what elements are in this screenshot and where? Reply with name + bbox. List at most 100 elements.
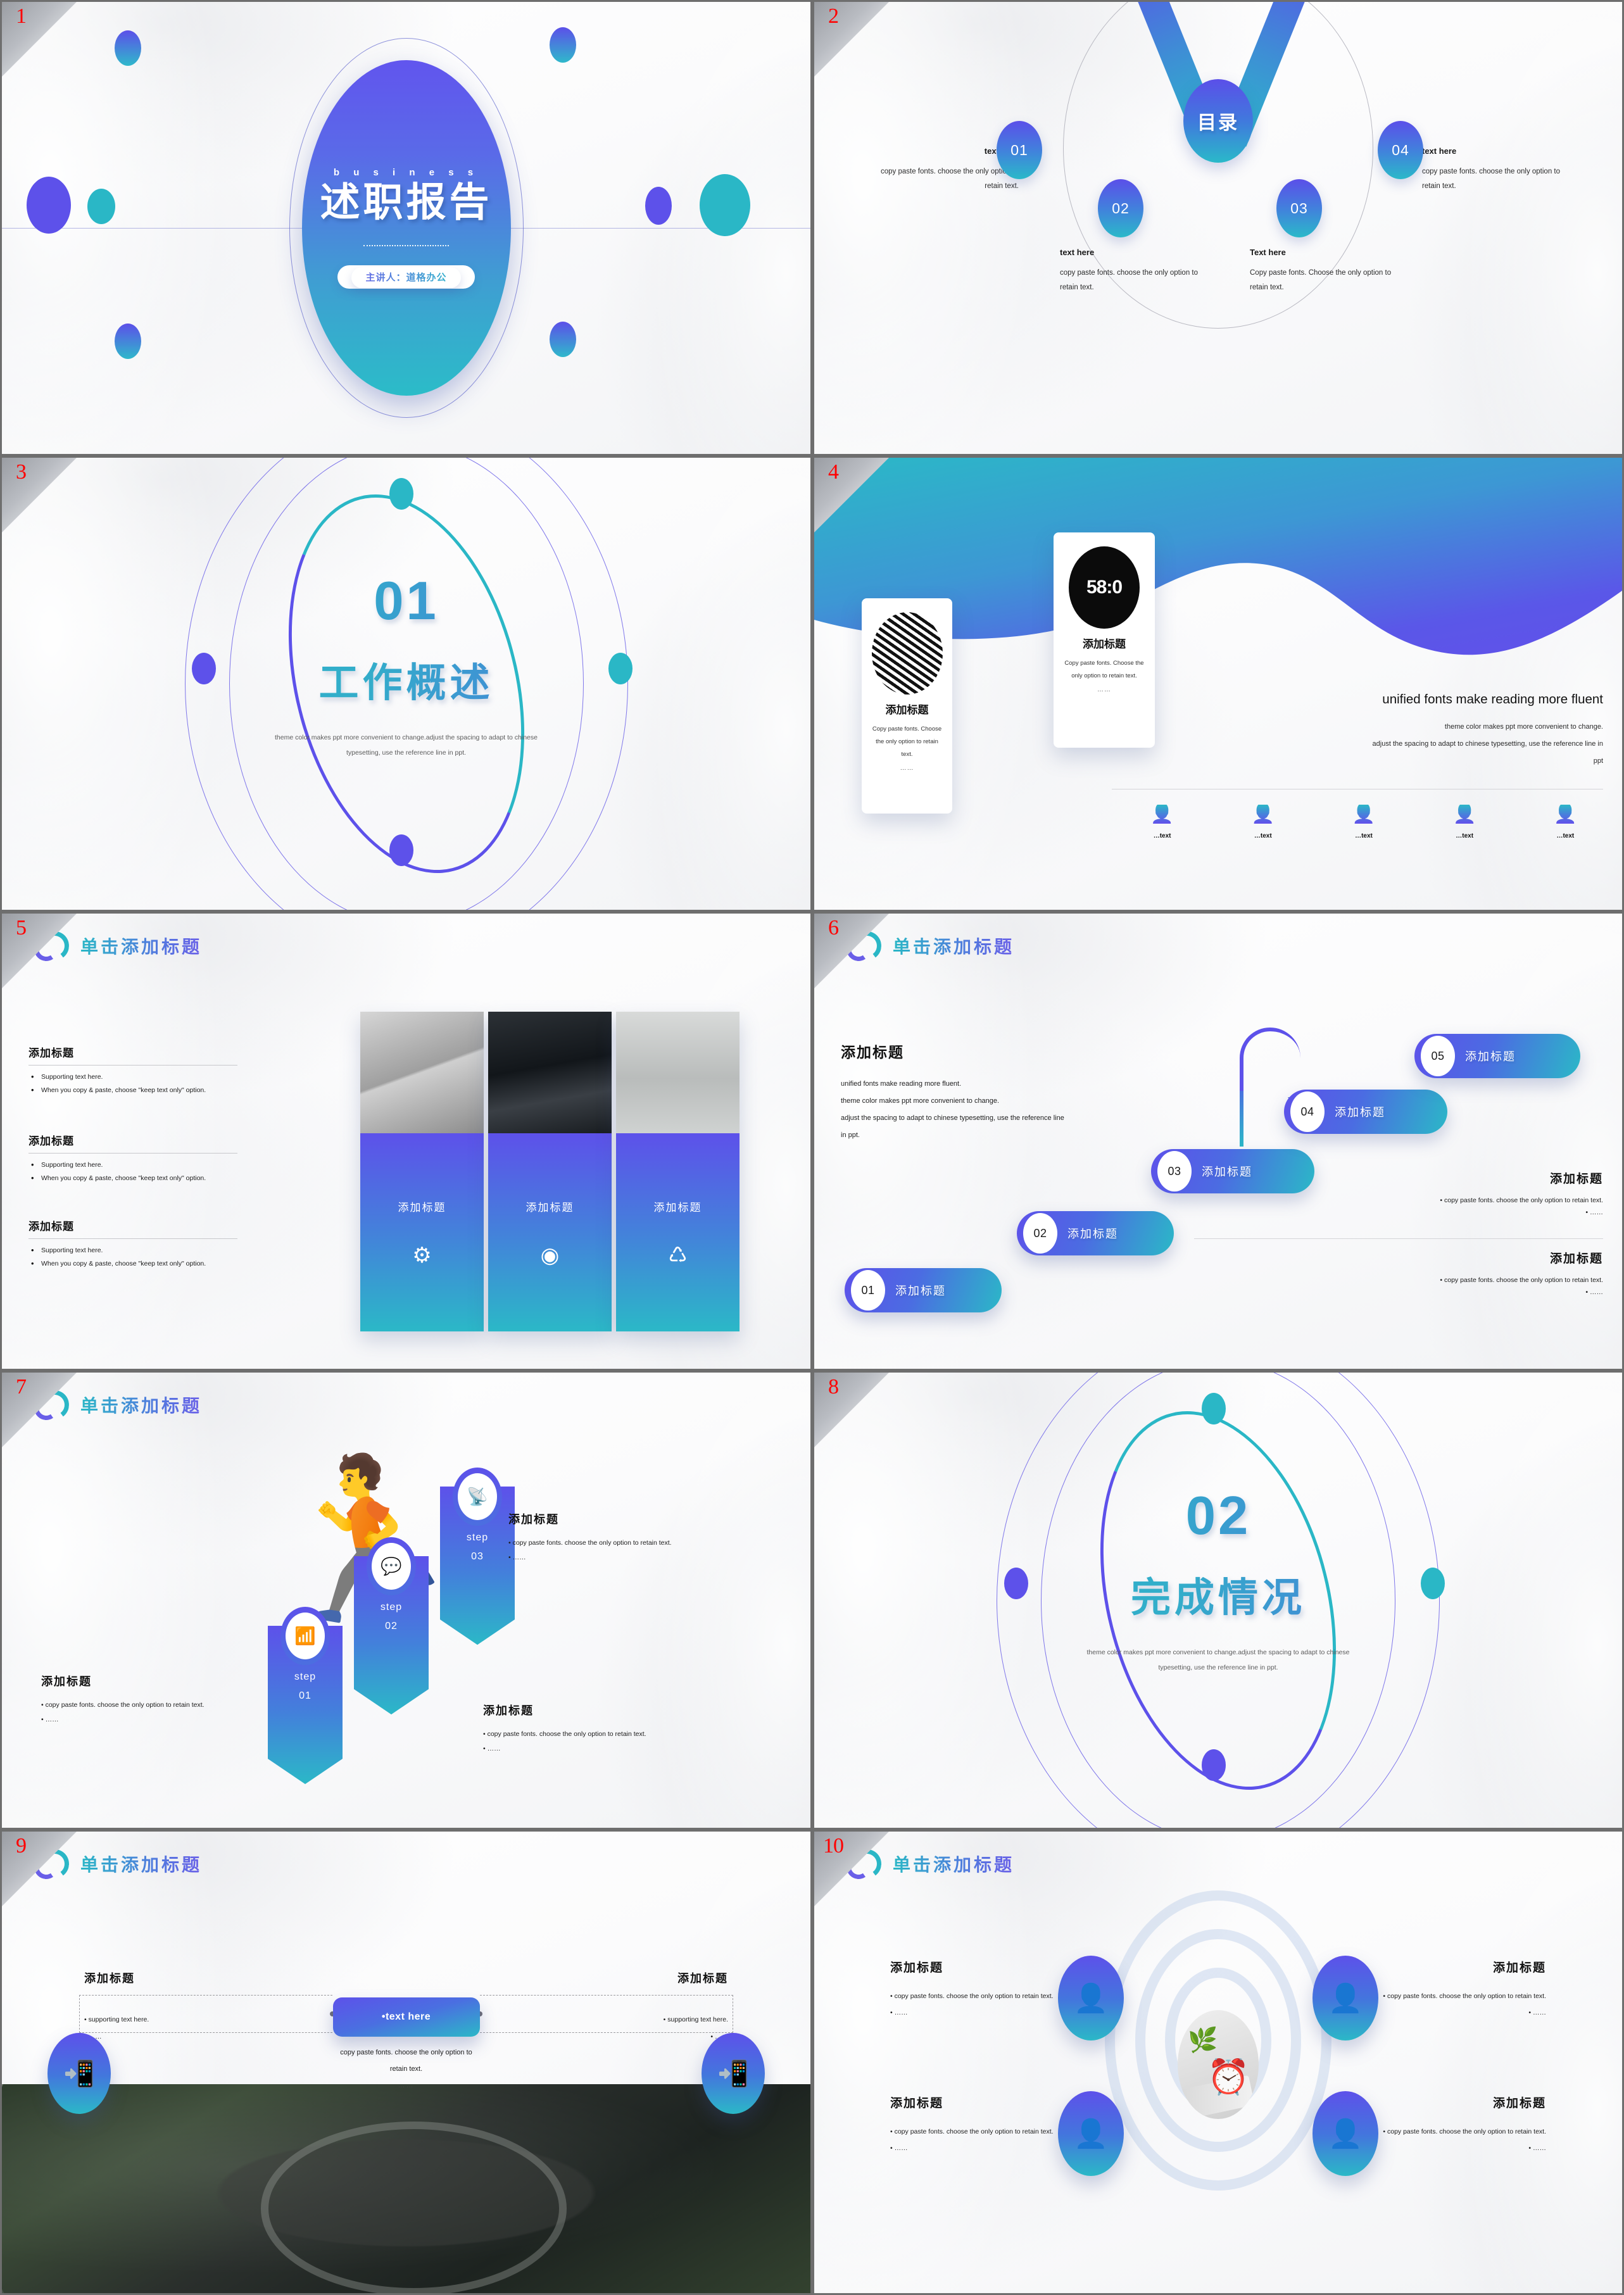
slide-6[interactable]: 6 单击添加标题 添加标题 unified fonts make reading… [812,912,1624,1371]
left-head: 添加标题 [841,1044,904,1060]
step-pill-05[interactable]: 05 添加标题 [1414,1034,1580,1078]
step-pill-03[interactable]: 03 添加标题 [1151,1149,1314,1193]
step-label: 添加标题 [895,1285,946,1297]
card-image-striped [871,612,943,695]
section-description: theme color makes ppt more convenient to… [274,734,538,757]
list-item: supporting text here. [84,2011,255,2028]
slide-title-bar: 单击添加标题 [32,929,202,964]
slide-title-bar: 单击添加标题 [32,1388,202,1423]
slide-2[interactable]: 2 目录 01 02 03 04 text here copy paste fo… [812,0,1624,456]
image-column-2[interactable]: 添加标题 ◉ [488,1012,612,1331]
step-marker-03[interactable]: 📡 step 03 [440,1468,515,1651]
feature-card-2[interactable]: 58:0 添加标题 Copy paste fonts. Choose the o… [1054,532,1155,748]
slide-9[interactable]: 9 单击添加标题 添加标题 supporting text here. …… 添… [0,1830,812,2295]
caption-body: Copy paste fonts. Choose the only option… [1250,269,1392,291]
right-text-block: 添加标题 supporting text here. …… [557,1970,728,2046]
toc-node-01[interactable]: 01 [997,121,1042,179]
center-subtext: copy paste fonts. choose the only option… [340,2049,472,2073]
arc-knob-bottom [389,834,413,866]
right-body-line-3: ppt [1593,757,1603,765]
toc-node-04[interactable]: 04 [1378,121,1423,179]
list-item: …… [1363,2004,1546,2021]
block-head: 添加标题 [508,1513,559,1526]
page-number: 5 [16,916,27,940]
block-head: 添加标题 [890,2097,944,2110]
list-item: When you copy & paste, choose "keep text… [28,1173,237,1183]
image-column-3[interactable]: 添加标题 ♺ [616,1012,740,1331]
center-chip-label: •text here [332,1997,480,2037]
caption-body: copy paste fonts. choose the only option… [1422,168,1561,190]
avatar-check-1[interactable]: 👤 [1058,1956,1124,2040]
column-photo [360,1012,484,1133]
step-marker-02[interactable]: 💬 step 02 [354,1537,429,1721]
dotted-divider [363,245,449,247]
slide-4[interactable]: 4 添加标题 Copy paste fonts. Choose the only… [812,456,1624,912]
block-list: copy paste fonts. choose the only option… [1363,1276,1603,1296]
card-body: Copy paste fonts. Choose the only option… [872,726,942,758]
page-corner-curl: 3 [2,458,77,532]
toc-center-badge: 目录 [1183,79,1253,163]
right-body: theme color makes ppt more convenient to… [1173,719,1603,770]
slide-1[interactable]: 1 b u s i n e s s 述职报告 主讲人：道格办公 [0,0,812,456]
step-pill-02[interactable]: 02 添加标题 [1017,1211,1174,1255]
avatar-check-3[interactable]: 👤 [1058,2091,1124,2176]
arc-knob-top [1202,1393,1226,1424]
block-list: copy paste fonts. choose the only option… [890,2123,1074,2157]
accent-dot [87,189,115,224]
person-label: …text [1153,833,1171,839]
column-label: 添加标题 [653,1202,702,1214]
list-item: Supporting text here. [28,1160,237,1169]
block-list: supporting text here. …… [84,2011,255,2046]
slide-3[interactable]: 3 01 工作概述 theme color makes ppt more con… [0,456,812,912]
arc-knob-top [389,478,413,510]
image-column-1[interactable]: 添加标题 ⚙ [360,1012,484,1331]
page-corner-curl: 2 [814,2,889,77]
step-marker-01[interactable]: 📶 step 01 [268,1607,343,1790]
accent-dot [115,324,141,359]
feature-card-1[interactable]: 添加标题 Copy paste fonts. Choose the only o… [862,598,952,814]
speaker-label: 主讲人：道格办公 [351,267,460,288]
page-number: 6 [828,916,839,940]
slide-5[interactable]: 5 单击添加标题 添加标题 Supporting text here. When… [0,912,812,1371]
arc-loop-icon [32,1847,71,1882]
person-icon: 👤 [1452,803,1476,824]
list-item: …… [1363,1288,1603,1296]
arrow-bend [1240,1028,1300,1103]
divider [28,1153,237,1154]
title-oval: b u s i n e s s 述职报告 主讲人：道格办公 [301,60,511,396]
block-list: copy paste fonts. choose the only option… [508,1536,717,1565]
text-block-top-left: 添加标题 copy paste fonts. choose the only o… [890,1958,1074,2021]
column-label: 添加标题 [398,1202,446,1214]
recycle-icon: ♺ [668,1243,688,1267]
arc-loop-icon [32,929,71,964]
wifi-icon: 📶 [280,1607,330,1665]
toc-node-03[interactable]: 03 [1276,179,1322,237]
list-item: …… [1363,2140,1546,2156]
speaker-badge[interactable]: 主讲人：道格办公 [337,265,475,289]
step-number: 01 [851,1270,885,1311]
slide-10[interactable]: 10 单击添加标题 🌿 ⏰ 👤 👤 👤 👤 添加标题 copy paste fo… [812,1830,1624,2295]
text-block-bottom-right: 添加标题 copy paste fonts. choose the only o… [1363,2094,1546,2157]
list-item: copy paste fonts. choose the only option… [890,1988,1074,2004]
left-line-2: theme color makes ppt more convenient to… [841,1097,1000,1105]
arc-loop-icon [844,929,883,964]
step-pill-01[interactable]: 01 添加标题 [845,1268,1002,1312]
block-list: Supporting text here. When you copy & pa… [28,1245,237,1268]
slide-7[interactable]: 7 单击添加标题 🏃 📶 step 01 💬 step 02 📡 step 03… [0,1371,812,1830]
avatar-check-4[interactable]: 👤 [1312,2091,1378,2176]
step-pill-04[interactable]: 04 添加标题 [1284,1090,1447,1134]
avatar-check-2[interactable]: 👤 [1312,1956,1378,2040]
block-head: 添加标题 [483,1704,534,1717]
right-divider [1194,1238,1603,1239]
block-head: 添加标题 [28,1135,74,1147]
page-number: 10 [823,1834,844,1858]
left-line-3: adjust the spacing to adapt to chinese t… [841,1114,1064,1122]
center-callout[interactable]: •text here copy paste fonts. choose the … [332,1997,480,2089]
column-body: 添加标题 ⚙ [360,1133,484,1331]
slide-8[interactable]: 8 02 完成情况 theme color makes ppt more con… [812,1371,1624,1830]
toc-node-02[interactable]: 02 [1098,179,1143,237]
block-list: copy paste fonts. choose the only option… [1363,1988,1546,2021]
step-word: step [380,1602,403,1613]
step-label: 添加标题 [1335,1106,1385,1119]
step-number: 03 [1157,1151,1192,1192]
